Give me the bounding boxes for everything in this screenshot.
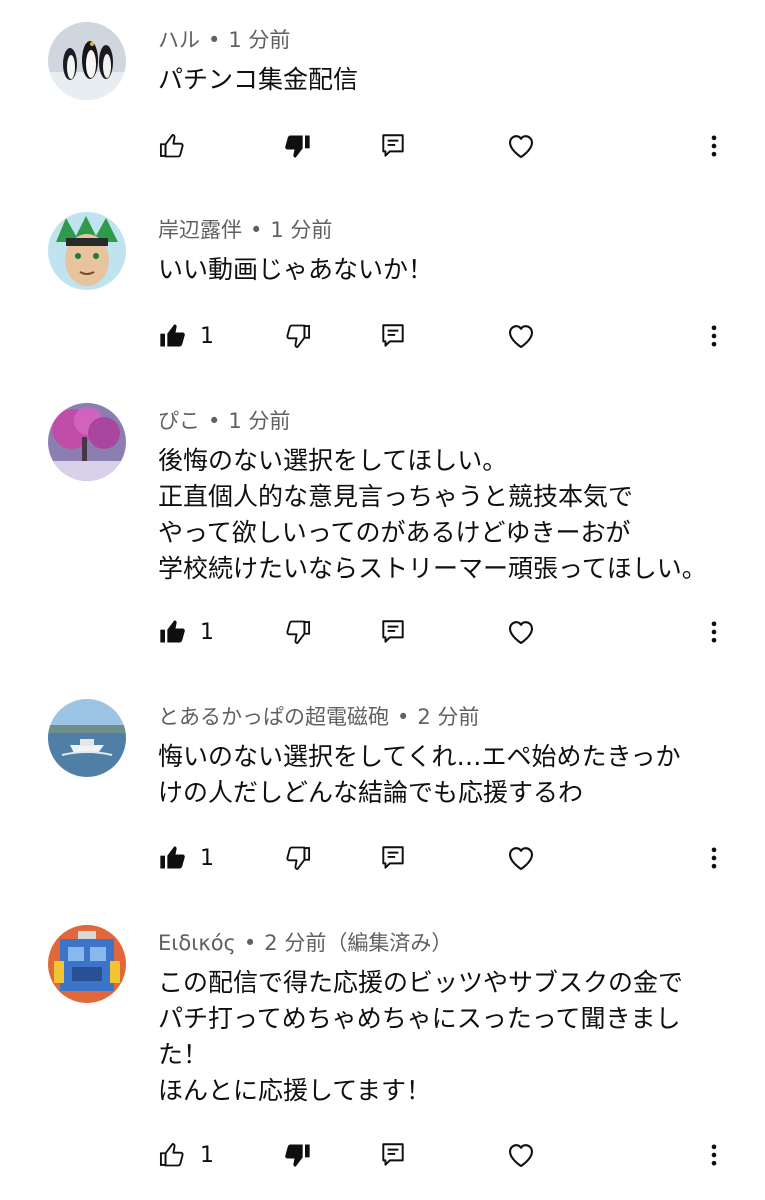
dislike-button[interactable]	[284, 612, 312, 652]
comment-text: この配信で得た応援のビッツやサブスクの金で パチ打ってめちゃめちゃにスったって聞…	[158, 968, 684, 1105]
boat-sea-avatar[interactable]	[48, 699, 126, 777]
comment-actions: 1	[0, 612, 765, 652]
reply-icon	[380, 618, 406, 646]
more-vertical-icon	[700, 618, 728, 646]
reply-button[interactable]	[380, 838, 406, 878]
thumbs-up-icon	[158, 322, 186, 350]
like-button[interactable]	[158, 612, 186, 652]
thumbs-up-icon	[158, 132, 186, 160]
comment-edited: （編集済み）	[326, 931, 453, 955]
comment-text: いい動画じゃあないか！	[158, 255, 434, 284]
comment-meta: 岸辺露伴 • 1 分前	[158, 214, 332, 244]
like-count: 1	[200, 323, 214, 349]
comment-actions	[0, 126, 765, 166]
comment-author[interactable]: 岸辺露伴	[158, 218, 242, 242]
thumbs-down-icon	[284, 618, 312, 646]
comment-text: 悔いのない選択をしてくれ…エペ始めたきっか けの人だしどんな結論でも応援するわ	[158, 742, 681, 807]
thumbs-up-icon	[158, 844, 186, 872]
like-button[interactable]	[158, 126, 186, 166]
more-actions-button[interactable]	[700, 838, 728, 878]
heart-button[interactable]	[506, 838, 536, 878]
comment-meta: ぴこ • 1 分前	[158, 405, 290, 435]
heart-icon	[506, 322, 536, 350]
comment-time: 1 分前	[270, 218, 333, 242]
like-count: 1	[200, 619, 214, 645]
heart-icon	[506, 844, 536, 872]
heart-button[interactable]	[506, 1135, 536, 1175]
heart-button[interactable]	[506, 126, 536, 166]
heart-icon	[506, 1141, 536, 1169]
comment-time: 2 分前	[264, 931, 327, 955]
separator-dot: •	[397, 705, 410, 729]
thumbs-down-icon	[284, 1141, 312, 1169]
more-vertical-icon	[700, 132, 728, 160]
like-button[interactable]	[158, 1135, 186, 1175]
more-actions-button[interactable]	[700, 1135, 728, 1175]
reply-icon	[380, 132, 406, 160]
comment-text: 後悔のない選択をしてほしい。 正直個人的な意見言っちゃうと競技本気で やって欲し…	[158, 446, 707, 583]
heart-button[interactable]	[506, 316, 536, 356]
separator-dot: •	[250, 218, 263, 242]
reply-icon	[380, 322, 406, 350]
more-actions-button[interactable]	[700, 126, 728, 166]
comment-meta: ハル • 1 分前	[158, 24, 290, 54]
like-button[interactable]	[158, 838, 186, 878]
comment-author[interactable]: ぴこ	[158, 409, 200, 433]
more-actions-button[interactable]	[700, 612, 728, 652]
comment-time: 2 分前	[417, 705, 480, 729]
comment-time: 1 分前	[228, 28, 291, 52]
reply-button[interactable]	[380, 316, 406, 356]
like-count: 1	[200, 1142, 214, 1168]
thumbs-up-icon	[158, 1141, 186, 1169]
thumbs-up-icon	[158, 618, 186, 646]
comment-actions: 1	[0, 838, 765, 878]
purple-tree-avatar[interactable]	[48, 403, 126, 481]
reply-icon	[380, 844, 406, 872]
separator-dot: •	[243, 931, 257, 955]
reply-icon	[380, 1141, 406, 1169]
heart-button[interactable]	[506, 612, 536, 652]
thumbs-down-icon	[284, 132, 312, 160]
more-vertical-icon	[700, 322, 728, 350]
reply-button[interactable]	[380, 612, 406, 652]
reply-button[interactable]	[380, 126, 406, 166]
dislike-button[interactable]	[284, 316, 312, 356]
comment-meta: Ειδικός • 2 分前（編集済み）	[158, 927, 452, 957]
comment-author[interactable]: Ειδικός	[158, 931, 236, 955]
robot-avatar[interactable]	[48, 925, 126, 1003]
comment-author[interactable]: ハル	[158, 28, 200, 52]
anime-character-avatar[interactable]	[48, 212, 126, 290]
comment-text: パチンコ集金配信	[158, 65, 359, 94]
more-vertical-icon	[700, 844, 728, 872]
heart-icon	[506, 618, 536, 646]
reply-button[interactable]	[380, 1135, 406, 1175]
separator-dot: •	[208, 28, 221, 52]
dislike-button[interactable]	[284, 1135, 312, 1175]
thumbs-down-icon	[284, 844, 312, 872]
comment-actions: 1	[0, 316, 765, 356]
more-vertical-icon	[700, 1141, 728, 1169]
like-count: 1	[200, 845, 214, 871]
separator-dot: •	[208, 409, 221, 433]
comment-author[interactable]: とあるかっぱの超電磁砲	[158, 705, 389, 729]
thumbs-down-icon	[284, 322, 312, 350]
comment-actions: 1	[0, 1135, 765, 1175]
more-actions-button[interactable]	[700, 316, 728, 356]
comment-meta: とあるかっぱの超電磁砲 • 2 分前	[158, 701, 479, 731]
penguins-avatar[interactable]	[48, 22, 126, 100]
dislike-button[interactable]	[284, 838, 312, 878]
heart-icon	[506, 132, 536, 160]
comment-time: 1 分前	[228, 409, 291, 433]
like-button[interactable]	[158, 316, 186, 356]
dislike-button[interactable]	[284, 126, 312, 166]
